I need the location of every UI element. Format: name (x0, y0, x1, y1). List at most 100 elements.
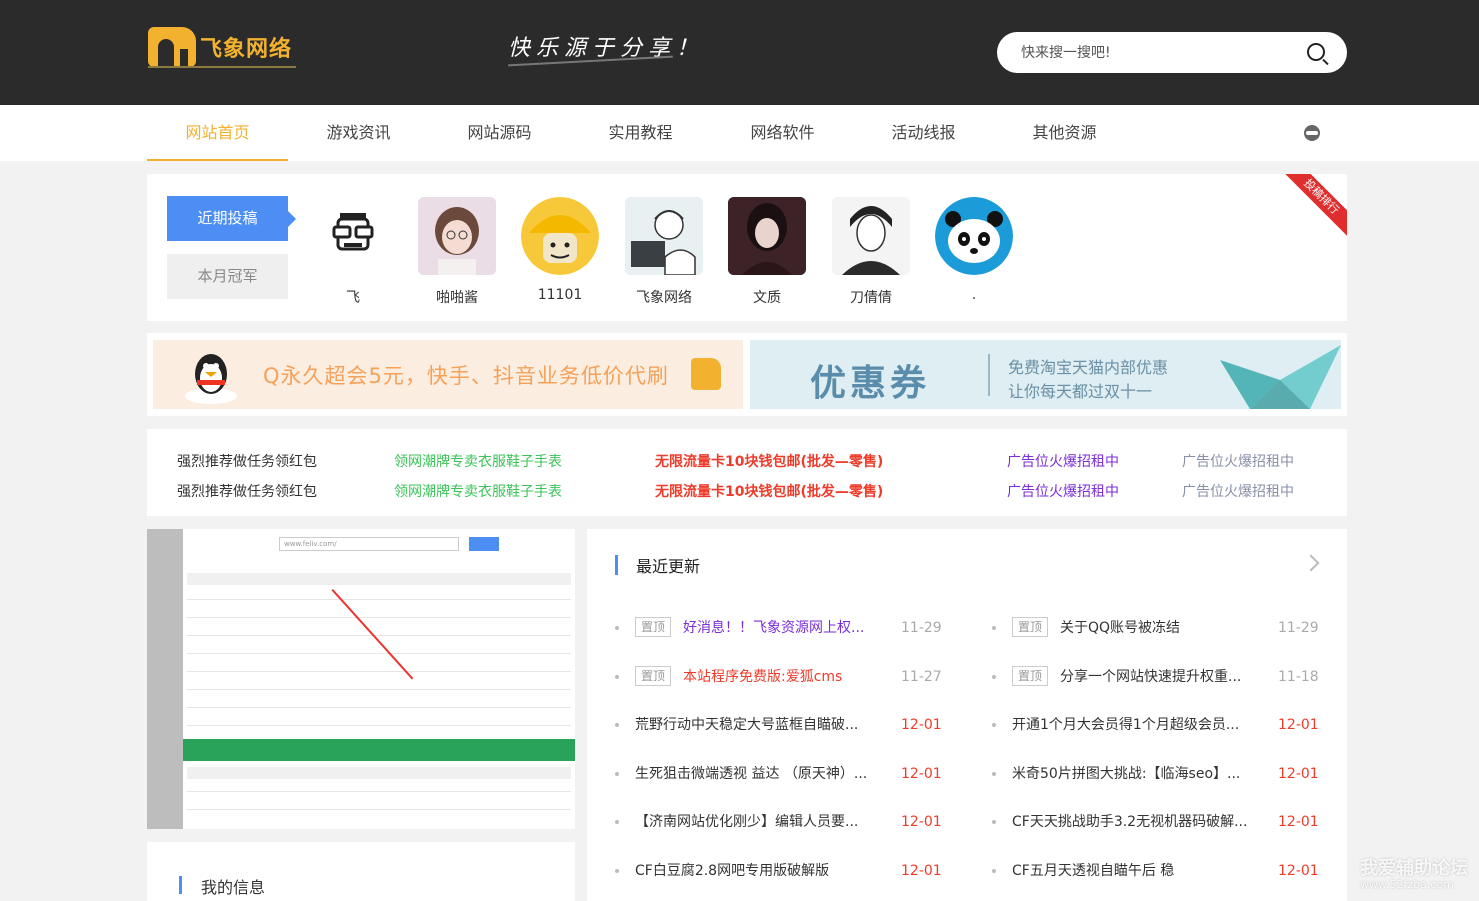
slogan: 快乐源于分享！ (508, 36, 705, 61)
main-nav: 网站首页 游戏资讯 网站源码 实用教程 网络软件 活动线报 其他资源 (0, 105, 1479, 161)
ad-link[interactable]: 无限流量卡10块钱包邮(批发—零售) (655, 451, 883, 471)
news-date: 12-01 (901, 863, 942, 879)
news-item[interactable]: 【济南网站优化刚少】编辑人员要... 12-01 (615, 811, 945, 833)
qq-banner[interactable]: Q永久超会5元，快手、抖音业务低价代刷 (153, 340, 743, 409)
nav-item-game-news[interactable]: 游戏资讯 (288, 105, 429, 161)
tab-recent-posts[interactable]: 近期投稿 (167, 196, 296, 241)
latest-updates-title: 最近更新 (636, 557, 701, 576)
slide-ad-strip (183, 739, 575, 761)
nav-item-software[interactable]: 网络软件 (712, 105, 853, 161)
news-item[interactable]: 荒野行动中天稳定大号蓝框自瞄破... 12-01 (615, 714, 945, 736)
news-title[interactable]: 【济南网站优化刚少】编辑人员要... (635, 811, 885, 833)
poster-user[interactable]: 刀倩倩 (831, 197, 911, 307)
news-item[interactable]: 置顶 好消息！！飞象资源网上权... 11-29 (615, 617, 945, 639)
news-title[interactable]: 好消息！！飞象资源网上权... (683, 617, 883, 639)
nav-item-activities[interactable]: 活动线报 (853, 105, 994, 161)
nav-item-source-code[interactable]: 网站源码 (429, 105, 570, 161)
news-date: 12-01 (1278, 766, 1319, 782)
news-title[interactable]: 分享一个网站快速提升权重... (1060, 666, 1260, 688)
news-title[interactable]: 米奇50片拼图大挑战:【临海seo】... (1012, 763, 1262, 785)
news-title[interactable]: CF五月天透视自瞄午后 稳 (1012, 860, 1262, 882)
poster-user[interactable]: 文质 (727, 197, 807, 307)
bullet-icon (615, 869, 619, 873)
slide-row (187, 635, 571, 636)
news-title[interactable]: 本站程序免费版:爱狐cms (683, 666, 883, 688)
slide-url: www.feliv.com/ (279, 537, 459, 551)
slide-row (187, 809, 571, 810)
user-icon[interactable] (1304, 125, 1320, 141)
news-title[interactable]: CF白豆腐2.8网吧专用版破解版 (635, 860, 885, 882)
news-item[interactable]: 置顶 关于QQ账号被冻结 11-29 (992, 617, 1322, 639)
poster-user[interactable]: . (934, 197, 1014, 303)
banner-panel: Q永久超会5元，快手、抖音业务低价代刷 优惠券 免费淘宝天猫内部优惠 让你每天都… (147, 333, 1347, 416)
nav-item-tutorials[interactable]: 实用教程 (570, 105, 711, 161)
news-item[interactable]: CF天天挑战助手3.2无视机器码破解... 12-01 (992, 811, 1322, 833)
logo-text: 飞象网络 (200, 37, 293, 62)
poster-name: . (971, 287, 977, 303)
latest-updates-panel: 最近更新 置顶 好消息！！飞象资源网上权... 11-29 置顶 本站程序免费版… (587, 529, 1347, 901)
poster-user[interactable]: 11101 (520, 197, 600, 303)
ribbon-label: 投稿排行 (1285, 174, 1347, 236)
news-date: 12-01 (1278, 863, 1319, 879)
watermark-text: 我爱辅助论坛 (1360, 858, 1468, 879)
coupon-banner[interactable]: 优惠券 免费淘宝天猫内部优惠 让你每天都过双十一 (750, 340, 1341, 409)
news-item[interactable]: CF五月天透视自瞄午后 稳 12-01 (992, 860, 1322, 882)
pinned-badge: 置顶 (1012, 617, 1048, 637)
poster-user[interactable]: 飞 (313, 197, 393, 307)
nav-item-other[interactable]: 其他资源 (994, 105, 1135, 161)
my-info-title: 我的信息 (201, 878, 266, 897)
penguin-icon (181, 346, 241, 406)
chevron-right-icon[interactable] (1302, 554, 1320, 572)
tab-monthly-champion[interactable]: 本月冠军 (167, 254, 288, 299)
ad-link[interactable]: 领网潮牌专卖衣服鞋子手表 (394, 481, 562, 501)
poster-user[interactable]: 啪啪酱 (417, 197, 497, 307)
sketch-boy-avatar (832, 197, 910, 275)
paper-crane-icon (1220, 345, 1341, 409)
search-input[interactable] (1021, 44, 1291, 61)
news-title[interactable]: 荒野行动中天稳定大号蓝框自瞄破... (635, 714, 885, 736)
ad-link[interactable]: 领网潮牌专卖衣服鞋子手表 (394, 451, 562, 471)
news-item[interactable]: 生死狙击微端透视 益达 （原天神）... 12-01 (615, 763, 945, 785)
news-item[interactable]: CF白豆腐2.8网吧专用版破解版 12-01 (615, 860, 945, 882)
slide-row (187, 707, 571, 708)
robot-avatar (314, 197, 392, 275)
coupon-line-2: 让你每天都过双十一 (1008, 382, 1153, 401)
news-title[interactable]: 开通1个月大会员得1个月超级会员... (1012, 714, 1262, 736)
slide-row (187, 671, 571, 672)
news-title[interactable]: 关于QQ账号被冻结 (1060, 617, 1260, 639)
section-accent (179, 876, 182, 894)
ad-link[interactable]: 广告位火爆招租中 (1182, 481, 1294, 501)
bullet-icon (992, 772, 996, 776)
ad-link[interactable]: 广告位火爆招租中 (1007, 451, 1119, 471)
news-date: 12-01 (901, 766, 942, 782)
ad-link[interactable]: 强烈推荐做任务领红包 (177, 451, 317, 471)
news-date: 11-29 (1278, 620, 1319, 636)
news-title[interactable]: CF天天挑战助手3.2无视机器码破解... (1012, 811, 1262, 833)
slide-image: www.feliv.com/ (183, 529, 575, 829)
slide-row (187, 725, 571, 726)
site-logo[interactable]: 飞象网络 (148, 25, 298, 69)
ranking-ribbon[interactable]: 投稿排行 (1285, 174, 1347, 236)
bullet-icon (992, 626, 996, 630)
ad-link[interactable]: 广告位火爆招租中 (1007, 481, 1119, 501)
search-icon[interactable] (1307, 43, 1325, 61)
news-item[interactable]: 置顶 本站程序免费版:爱狐cms 11-27 (615, 666, 945, 688)
news-item[interactable]: 米奇50片拼图大挑战:【临海seo】... 12-01 (992, 763, 1322, 785)
slide-row (187, 689, 571, 690)
news-item[interactable]: 开通1个月大会员得1个月超级会员... 12-01 (992, 714, 1322, 736)
news-title[interactable]: 生死狙击微端透视 益达 （原天神）... (635, 763, 885, 785)
watermark-url: www.52fzba.com (1360, 878, 1454, 891)
poster-user[interactable]: 飞象网络 (624, 197, 704, 307)
bullet-icon (992, 675, 996, 679)
ad-link[interactable]: 广告位火爆招租中 (1182, 451, 1294, 471)
featured-slide[interactable]: www.feliv.com/ (147, 529, 575, 829)
sketch-avatar (625, 197, 703, 275)
nav-item-home[interactable]: 网站首页 (147, 105, 288, 161)
thumbs-up-icon (691, 358, 721, 390)
news-item[interactable]: 置顶 分享一个网站快速提升权重... 11-18 (992, 666, 1322, 688)
bullet-icon (992, 820, 996, 824)
ad-link[interactable]: 无限流量卡10块钱包邮(批发—零售) (655, 481, 883, 501)
ad-link[interactable]: 强烈推荐做任务领红包 (177, 481, 317, 501)
poster-name: 飞象网络 (636, 290, 692, 306)
section-accent (615, 555, 618, 575)
